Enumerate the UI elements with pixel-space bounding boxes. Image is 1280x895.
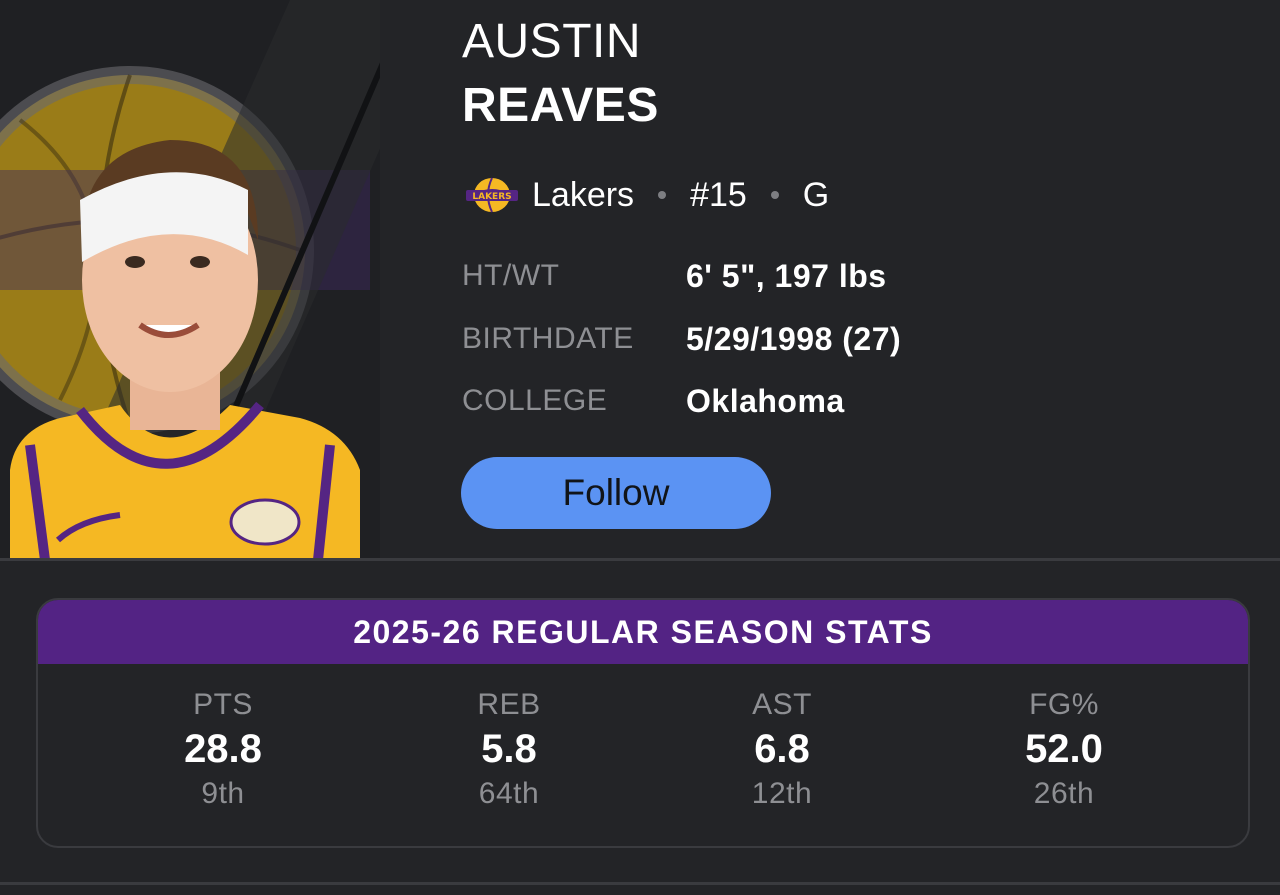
info-row-college: COLLEGE Oklahoma bbox=[462, 379, 845, 423]
separator-dot bbox=[658, 191, 667, 199]
separator-dot bbox=[770, 191, 779, 199]
stat-value: 5.8 bbox=[481, 727, 537, 771]
stat-item-ast: AST 6.8 12th bbox=[662, 686, 902, 814]
stat-item-pts: PTS 28.8 9th bbox=[103, 686, 343, 814]
info-label: BIRTHDATE bbox=[462, 322, 634, 355]
svg-text:LAKERS: LAKERS bbox=[472, 192, 511, 202]
stat-rank: 9th bbox=[201, 777, 245, 810]
section-divider bbox=[0, 558, 1280, 561]
stat-label: FG% bbox=[1029, 688, 1099, 721]
season-stats-card: 2025-26 REGULAR SEASON STATS PTS 28.8 9t… bbox=[36, 598, 1250, 848]
info-value: 6' 5", 197 lbs bbox=[686, 257, 887, 294]
stat-label: AST bbox=[752, 688, 812, 721]
stat-value: 6.8 bbox=[754, 727, 810, 771]
player-position: G bbox=[802, 175, 830, 214]
info-value: Oklahoma bbox=[686, 382, 845, 419]
stats-grid: PTS 28.8 9th REB 5.8 64th AST 6.8 12th F… bbox=[38, 664, 1248, 846]
jersey-number: #15 bbox=[690, 175, 747, 214]
stat-rank: 12th bbox=[751, 777, 813, 810]
stat-label: REB bbox=[477, 688, 541, 721]
stat-item-fg-pct: FG% 52.0 26th bbox=[944, 686, 1184, 814]
player-first-name: AUSTIN bbox=[462, 15, 642, 68]
info-label: HT/WT bbox=[462, 259, 560, 292]
section-divider bbox=[0, 882, 1280, 885]
player-header: AUSTIN REAVES LAKERS Lakers #15 G HT/WT … bbox=[0, 0, 1280, 560]
team-name: Lakers bbox=[532, 175, 635, 214]
stat-rank: 26th bbox=[1033, 777, 1095, 810]
info-value: 5/29/1998 (27) bbox=[686, 320, 902, 357]
stat-label: PTS bbox=[193, 688, 253, 721]
info-row-height-weight: HT/WT 6' 5", 197 lbs bbox=[462, 254, 887, 298]
stat-value: 28.8 bbox=[184, 727, 262, 771]
info-label: COLLEGE bbox=[462, 384, 608, 417]
info-row-birthdate: BIRTHDATE 5/29/1998 (27) bbox=[462, 317, 901, 361]
stats-card-title: 2025-26 REGULAR SEASON STATS bbox=[38, 600, 1248, 664]
stat-rank: 64th bbox=[478, 777, 540, 810]
player-photo bbox=[0, 0, 445, 560]
lakers-logo-icon: LAKERS bbox=[466, 177, 518, 213]
follow-button[interactable]: Follow bbox=[461, 457, 771, 529]
team-info-line: LAKERS Lakers #15 G bbox=[464, 170, 829, 220]
stat-value: 52.0 bbox=[1025, 727, 1103, 771]
stat-item-reb: REB 5.8 64th bbox=[389, 686, 629, 814]
player-hero-image bbox=[0, 0, 445, 560]
player-last-name: REAVES bbox=[462, 79, 659, 132]
